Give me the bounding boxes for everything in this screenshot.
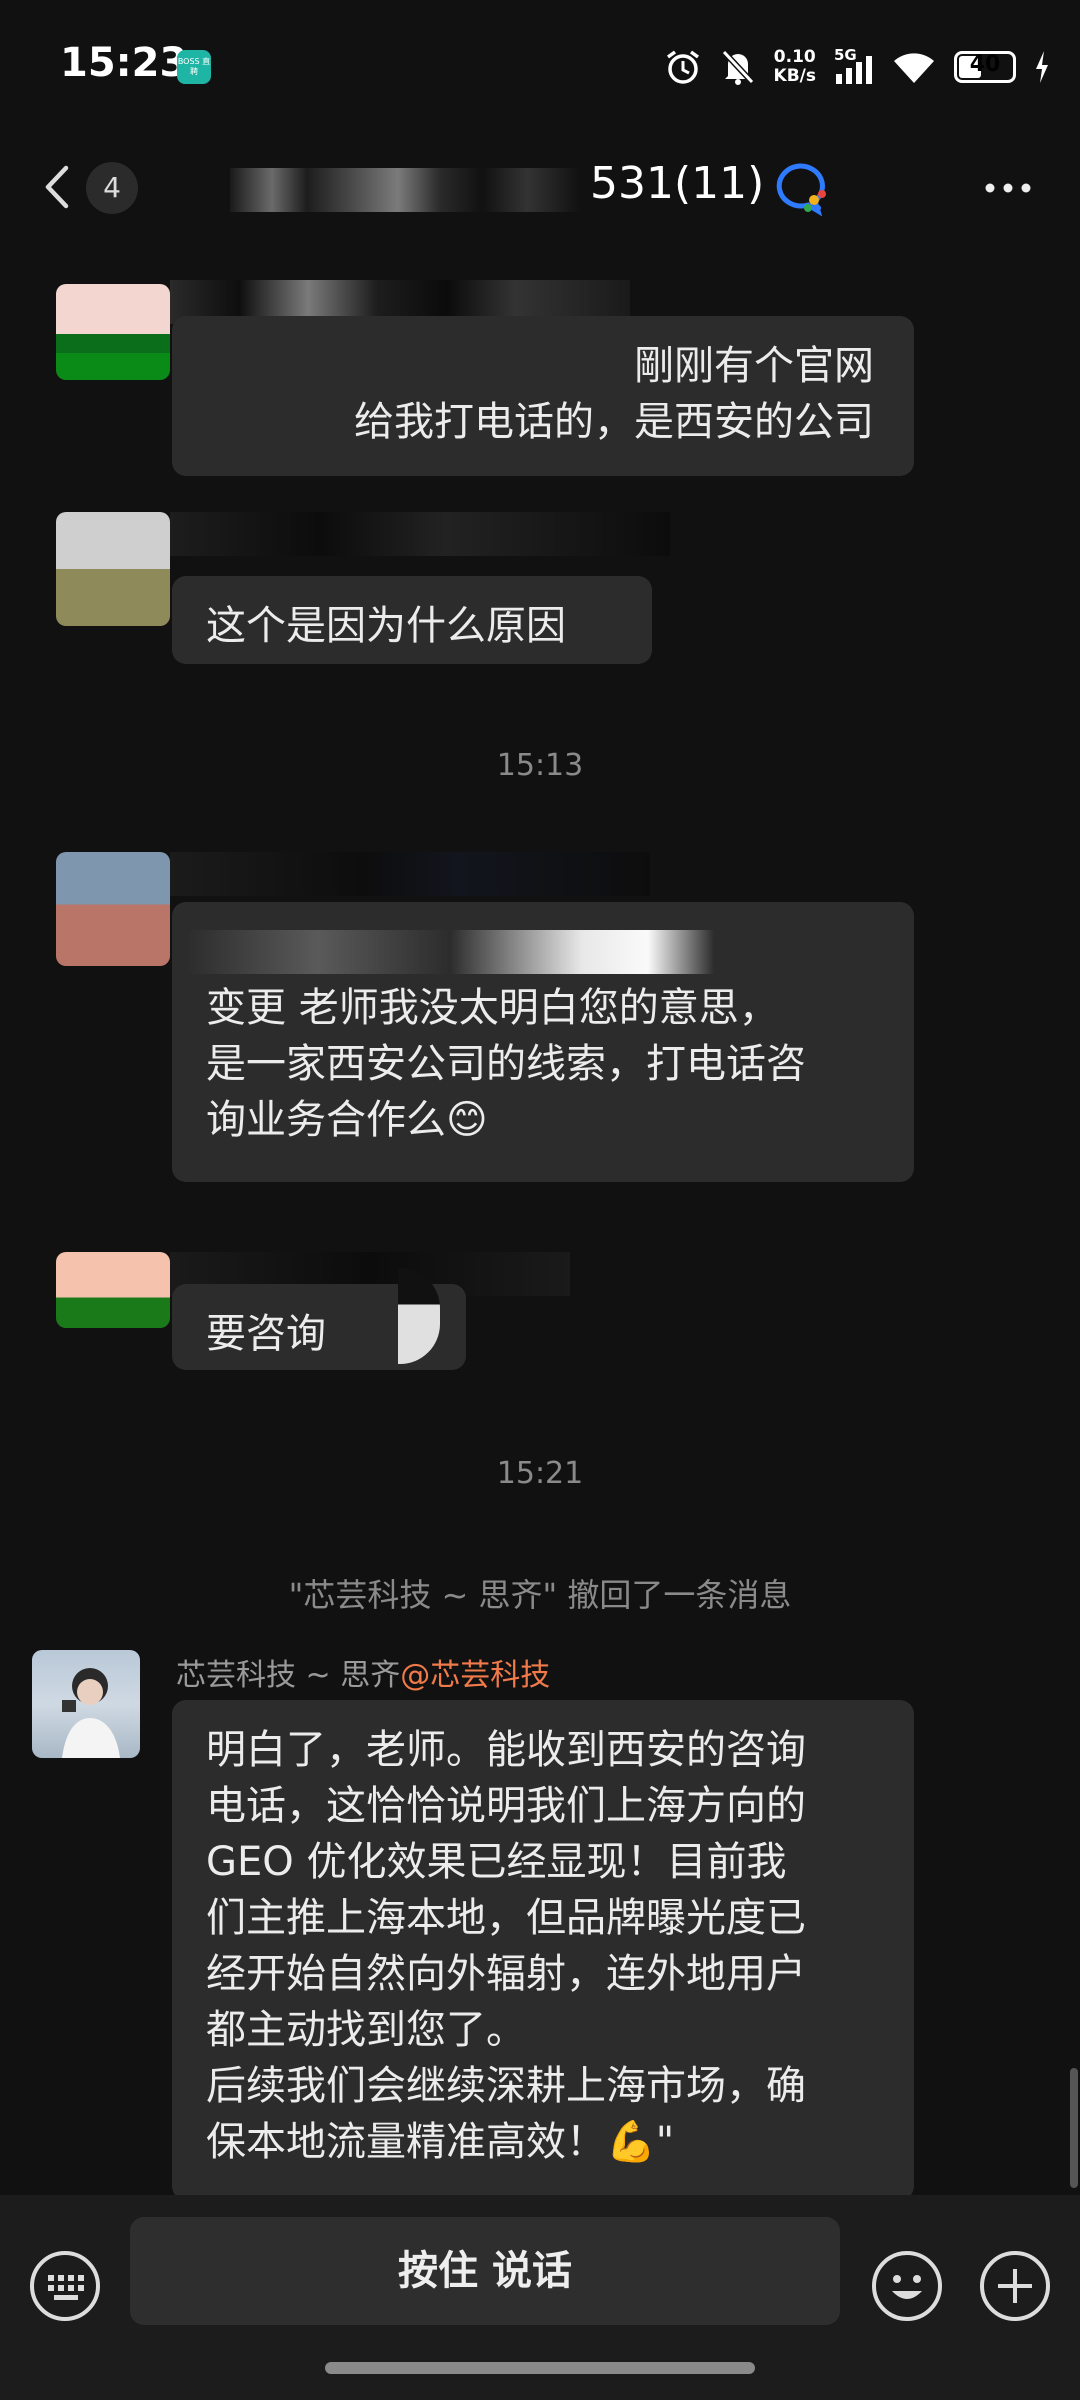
system-icons: 0.10 KB/s 5G 40 bbox=[664, 42, 1050, 92]
emoji-icon[interactable] bbox=[870, 2249, 944, 2323]
timestamp-separator: 15:13 bbox=[496, 748, 584, 783]
mute-bell-icon bbox=[721, 49, 754, 85]
avatar-redacted[interactable] bbox=[56, 1252, 170, 1328]
plus-icon[interactable] bbox=[978, 2249, 1052, 2323]
hold-to-talk-button[interactable]: 按住 说话 bbox=[130, 2217, 840, 2325]
sender-name-redacted bbox=[170, 852, 650, 896]
title-redacted bbox=[230, 168, 580, 212]
mention-redacted bbox=[186, 930, 846, 974]
scrollbar[interactable] bbox=[1070, 2068, 1078, 2188]
avatar-redacted[interactable] bbox=[56, 852, 170, 966]
home-indicator[interactable] bbox=[325, 2362, 755, 2374]
sender-avatar[interactable] bbox=[32, 1650, 140, 1758]
boss-app-icon: BOSS 直聘 bbox=[177, 50, 211, 84]
timestamp-separator: 15:21 bbox=[496, 1456, 584, 1491]
battery-icon: 40 bbox=[954, 51, 1016, 83]
message-bubble[interactable]: 剛刚有个官网 给我打电话的，是西安的公司 bbox=[172, 316, 914, 476]
person-photo bbox=[62, 1668, 120, 1758]
avatar-redacted[interactable] bbox=[56, 512, 170, 626]
recall-notice: "芯芸科技 ~ 思齐" 撤回了一条消息 bbox=[288, 1576, 792, 1614]
net-speed: 0.10 KB/s bbox=[773, 47, 816, 86]
charging-icon bbox=[1036, 51, 1048, 83]
status-time: 15:23 bbox=[60, 40, 188, 86]
enterprise-group-icon[interactable] bbox=[770, 160, 830, 216]
avatar-redacted[interactable] bbox=[56, 284, 170, 380]
keyboard-icon[interactable] bbox=[28, 2249, 102, 2323]
unread-count-badge[interactable]: 4 bbox=[86, 162, 138, 214]
more-options-icon[interactable] bbox=[978, 162, 1038, 212]
chat-title[interactable]: 531(11) bbox=[590, 158, 764, 209]
alarm-icon bbox=[666, 50, 699, 84]
signal-5g-icon: 5G bbox=[834, 46, 874, 86]
message-bubble[interactable]: 明白了，老师。能收到西安的咨询 电话，这恰恰说明我们上海方向的 GEO 优化效果… bbox=[172, 1700, 914, 2200]
wifi-icon bbox=[894, 53, 934, 83]
sender-name-redacted bbox=[170, 512, 670, 556]
sender-name[interactable]: 芯芸科技 ~ 思齐@芯芸科技 bbox=[176, 1650, 550, 1694]
back-arrow-icon[interactable] bbox=[38, 162, 78, 212]
chat-header: 4 531(11) bbox=[0, 140, 1080, 236]
message-bubble[interactable]: 这个是因为什么原因 bbox=[172, 576, 652, 664]
status-bar: 15:23 BOSS 直聘 0.10 KB/s 5G 40 bbox=[0, 0, 1080, 120]
